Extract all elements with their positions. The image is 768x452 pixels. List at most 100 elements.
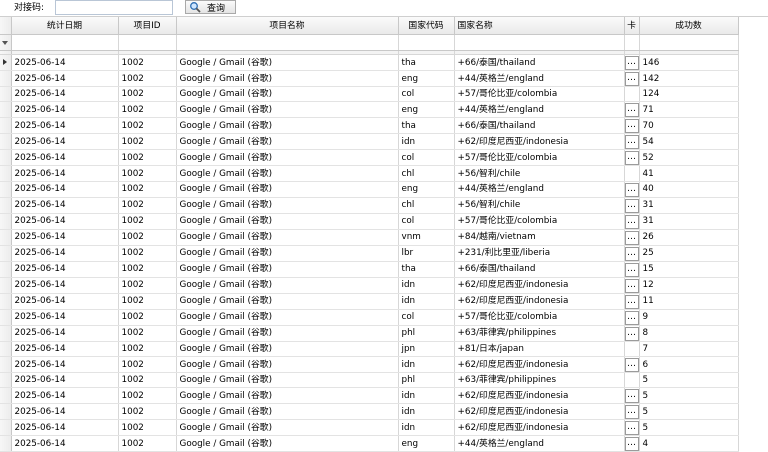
cell-country-name[interactable]: +44/英格兰/england	[454, 101, 625, 119]
cell-success-count[interactable]: 142	[639, 70, 739, 87]
cell-project-id[interactable]: 1002	[118, 277, 177, 294]
cell-project-name[interactable]: Google / Gmail (谷歌)	[176, 165, 399, 182]
cell-country-code[interactable]: chl	[398, 197, 455, 214]
query-button[interactable]: 查询	[185, 0, 236, 14]
cell-card[interactable]: …	[624, 293, 640, 310]
row-indicator[interactable]	[0, 403, 12, 421]
row-indicator[interactable]	[0, 341, 12, 358]
cell-success-count[interactable]: 7	[639, 341, 739, 358]
cell-country-code[interactable]: chl	[398, 165, 455, 182]
cell-project-name[interactable]: Google / Gmail (谷歌)	[176, 419, 399, 437]
cell-country-name[interactable]: +62/印度尼西亚/indonesia	[454, 277, 625, 294]
row-indicator[interactable]	[0, 165, 12, 182]
cell-project-name[interactable]: Google / Gmail (谷歌)	[176, 54, 399, 71]
table-row[interactable]: 2025-06-14 1002 Google / Gmail (谷歌) chl +56/…	[0, 197, 739, 214]
cell-success-count[interactable]: 15	[639, 261, 739, 278]
ellipsis-button[interactable]: …	[624, 230, 638, 245]
cell-success-count[interactable]: 26	[639, 229, 739, 246]
row-indicator[interactable]	[0, 86, 12, 103]
table-row[interactable]: 2025-06-14 1002 Google / Gmail (谷歌) phl +63/…	[0, 325, 739, 342]
cell-country-name[interactable]: +56/智利/chile	[454, 165, 625, 182]
cell-card[interactable]: …	[624, 403, 640, 421]
row-indicator[interactable]	[0, 101, 12, 119]
cell-date[interactable]: 2025-06-14	[11, 229, 119, 246]
cell-card[interactable]	[624, 86, 640, 103]
cell-project-id[interactable]: 1002	[118, 149, 177, 167]
cell-card[interactable]: …	[624, 229, 640, 246]
cell-project-id[interactable]: 1002	[118, 229, 177, 246]
cell-card[interactable]	[624, 372, 640, 389]
column-header-card[interactable]: 卡	[624, 17, 640, 35]
cell-country-code[interactable]: eng	[398, 181, 455, 198]
cell-country-code[interactable]: vnm	[398, 229, 455, 246]
table-row[interactable]: 2025-06-14 1002 Google / Gmail (谷歌) chl +56/…	[0, 165, 739, 182]
cell-success-count[interactable]: 124	[639, 86, 739, 103]
cell-date[interactable]: 2025-06-14	[11, 86, 119, 103]
cell-project-name[interactable]: Google / Gmail (谷歌)	[176, 197, 399, 214]
cell-country-name[interactable]: +84/越南/vietnam	[454, 229, 625, 246]
cell-country-code[interactable]: idn	[398, 277, 455, 294]
cell-project-id[interactable]: 1002	[118, 165, 177, 182]
cell-date[interactable]: 2025-06-14	[11, 133, 119, 151]
cell-success-count[interactable]: 12	[639, 277, 739, 294]
cell-success-count[interactable]: 6	[639, 356, 739, 374]
cell-date[interactable]: 2025-06-14	[11, 403, 119, 421]
cell-date[interactable]: 2025-06-14	[11, 435, 119, 452]
cell-date[interactable]: 2025-06-14	[11, 149, 119, 167]
cell-country-name[interactable]: +44/英格兰/england	[454, 435, 625, 452]
cell-success-count[interactable]: 70	[639, 117, 739, 135]
cell-date[interactable]: 2025-06-14	[11, 117, 119, 135]
ellipsis-button[interactable]: …	[624, 214, 638, 229]
cell-project-name[interactable]: Google / Gmail (谷歌)	[176, 133, 399, 151]
cell-project-name[interactable]: Google / Gmail (谷歌)	[176, 325, 399, 342]
cell-card[interactable]	[624, 165, 640, 182]
cell-project-name[interactable]: Google / Gmail (谷歌)	[176, 309, 399, 326]
cell-project-name[interactable]: Google / Gmail (谷歌)	[176, 70, 399, 87]
table-row[interactable]: 2025-06-14 1002 Google / Gmail (谷歌) tha +66/…	[0, 261, 739, 278]
cell-country-name[interactable]: +66/泰国/thailand	[454, 261, 625, 278]
cell-country-code[interactable]: idn	[398, 356, 455, 374]
cell-country-name[interactable]: +62/印度尼西亚/indonesia	[454, 293, 625, 310]
cell-date[interactable]: 2025-06-14	[11, 419, 119, 437]
table-row[interactable]: 2025-06-14 1002 Google / Gmail (谷歌) tha +66/…	[0, 117, 739, 135]
cell-project-name[interactable]: Google / Gmail (谷歌)	[176, 341, 399, 358]
cell-date[interactable]: 2025-06-14	[11, 70, 119, 87]
cell-project-name[interactable]: Google / Gmail (谷歌)	[176, 181, 399, 198]
row-indicator[interactable]	[0, 293, 12, 310]
cell-date[interactable]: 2025-06-14	[11, 277, 119, 294]
cell-date[interactable]: 2025-06-14	[11, 261, 119, 278]
table-row[interactable]: 2025-06-14 1002 Google / Gmail (谷歌) eng +44/…	[0, 70, 739, 87]
ellipsis-button[interactable]: …	[624, 72, 638, 86]
cell-project-id[interactable]: 1002	[118, 70, 177, 87]
cell-card[interactable]	[624, 341, 640, 358]
table-row[interactable]: 2025-06-14 1002 Google / Gmail (谷歌) lbr +231…	[0, 245, 739, 262]
cell-project-id[interactable]: 1002	[118, 403, 177, 421]
row-indicator[interactable]	[0, 419, 12, 437]
table-row[interactable]: 2025-06-14 1002 Google / Gmail (谷歌) vnm +84/…	[0, 229, 739, 246]
cell-success-count[interactable]: 5	[639, 419, 739, 437]
cell-country-code[interactable]: idn	[398, 419, 455, 437]
cell-card[interactable]: …	[624, 356, 640, 374]
cell-country-code[interactable]: jpn	[398, 341, 455, 358]
cell-project-id[interactable]: 1002	[118, 117, 177, 135]
cell-project-id[interactable]: 1002	[118, 325, 177, 342]
row-indicator[interactable]	[0, 117, 12, 135]
ellipsis-button[interactable]: …	[624, 310, 638, 325]
filter-cell-card[interactable]	[624, 34, 640, 51]
cell-card[interactable]: …	[624, 70, 640, 87]
cell-project-name[interactable]: Google / Gmail (谷歌)	[176, 261, 399, 278]
cell-country-code[interactable]: col	[398, 86, 455, 103]
cell-country-code[interactable]: idn	[398, 387, 455, 405]
cell-date[interactable]: 2025-06-14	[11, 245, 119, 262]
cell-project-name[interactable]: Google / Gmail (谷歌)	[176, 277, 399, 294]
row-indicator[interactable]	[0, 387, 12, 405]
cell-country-name[interactable]: +44/英格兰/england	[454, 181, 625, 198]
table-row[interactable]: 2025-06-14 1002 Google / Gmail (谷歌) jpn +81/…	[0, 341, 739, 358]
table-row[interactable]: 2025-06-14 1002 Google / Gmail (谷歌) eng +44/…	[0, 181, 739, 198]
table-row[interactable]: 2025-06-14 1002 Google / Gmail (谷歌) col +57/…	[0, 309, 739, 326]
cell-card[interactable]: …	[624, 435, 640, 452]
table-row[interactable]: 2025-06-14 1002 Google / Gmail (谷歌) idn +62/…	[0, 277, 739, 294]
row-indicator[interactable]	[0, 261, 12, 278]
cell-country-name[interactable]: +81/日本/japan	[454, 341, 625, 358]
row-indicator[interactable]	[0, 277, 12, 294]
